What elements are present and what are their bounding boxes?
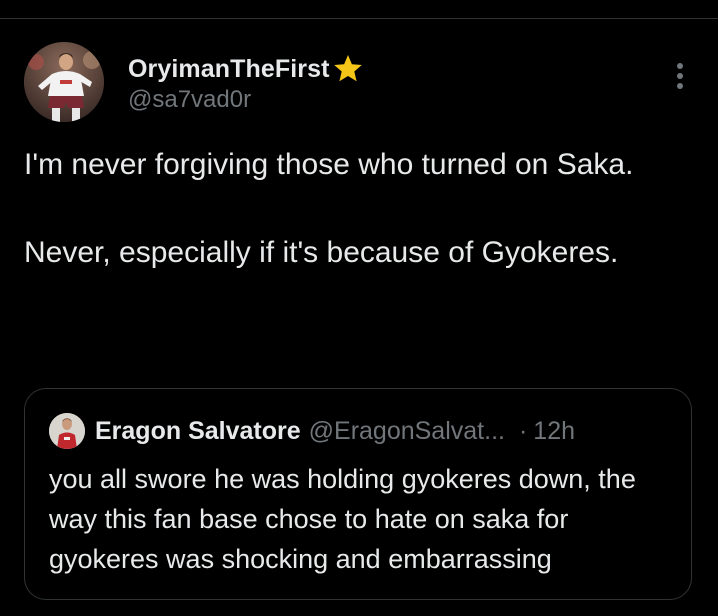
- author-handle[interactable]: @sa7vad0r: [128, 86, 251, 114]
- author-name-row[interactable]: OryimanTheFirst: [128, 52, 365, 86]
- quote-header: Eragon Salvatore @EragonSalvat... · 12h: [49, 413, 575, 449]
- top-divider: [0, 18, 718, 19]
- quote-timestamp[interactable]: 12h: [533, 417, 575, 446]
- author-display-name[interactable]: OryimanTheFirst: [128, 55, 330, 84]
- more-vertical-icon[interactable]: [668, 58, 692, 94]
- quote-tweet-card[interactable]: Eragon Salvatore @EragonSalvat... · 12h …: [24, 388, 692, 600]
- quote-text: you all swore he was holding gyokeres do…: [49, 464, 636, 574]
- author-avatar[interactable]: [24, 42, 104, 122]
- quote-author-handle[interactable]: @EragonSalvat...: [309, 417, 505, 446]
- star-icon: [331, 52, 365, 86]
- quote-separator: ·: [518, 416, 528, 445]
- quote-author-avatar[interactable]: [49, 413, 85, 449]
- quote-author-name[interactable]: Eragon Salvatore: [95, 417, 301, 446]
- tweet-text: I'm never forgiving those who turned on …: [24, 148, 634, 269]
